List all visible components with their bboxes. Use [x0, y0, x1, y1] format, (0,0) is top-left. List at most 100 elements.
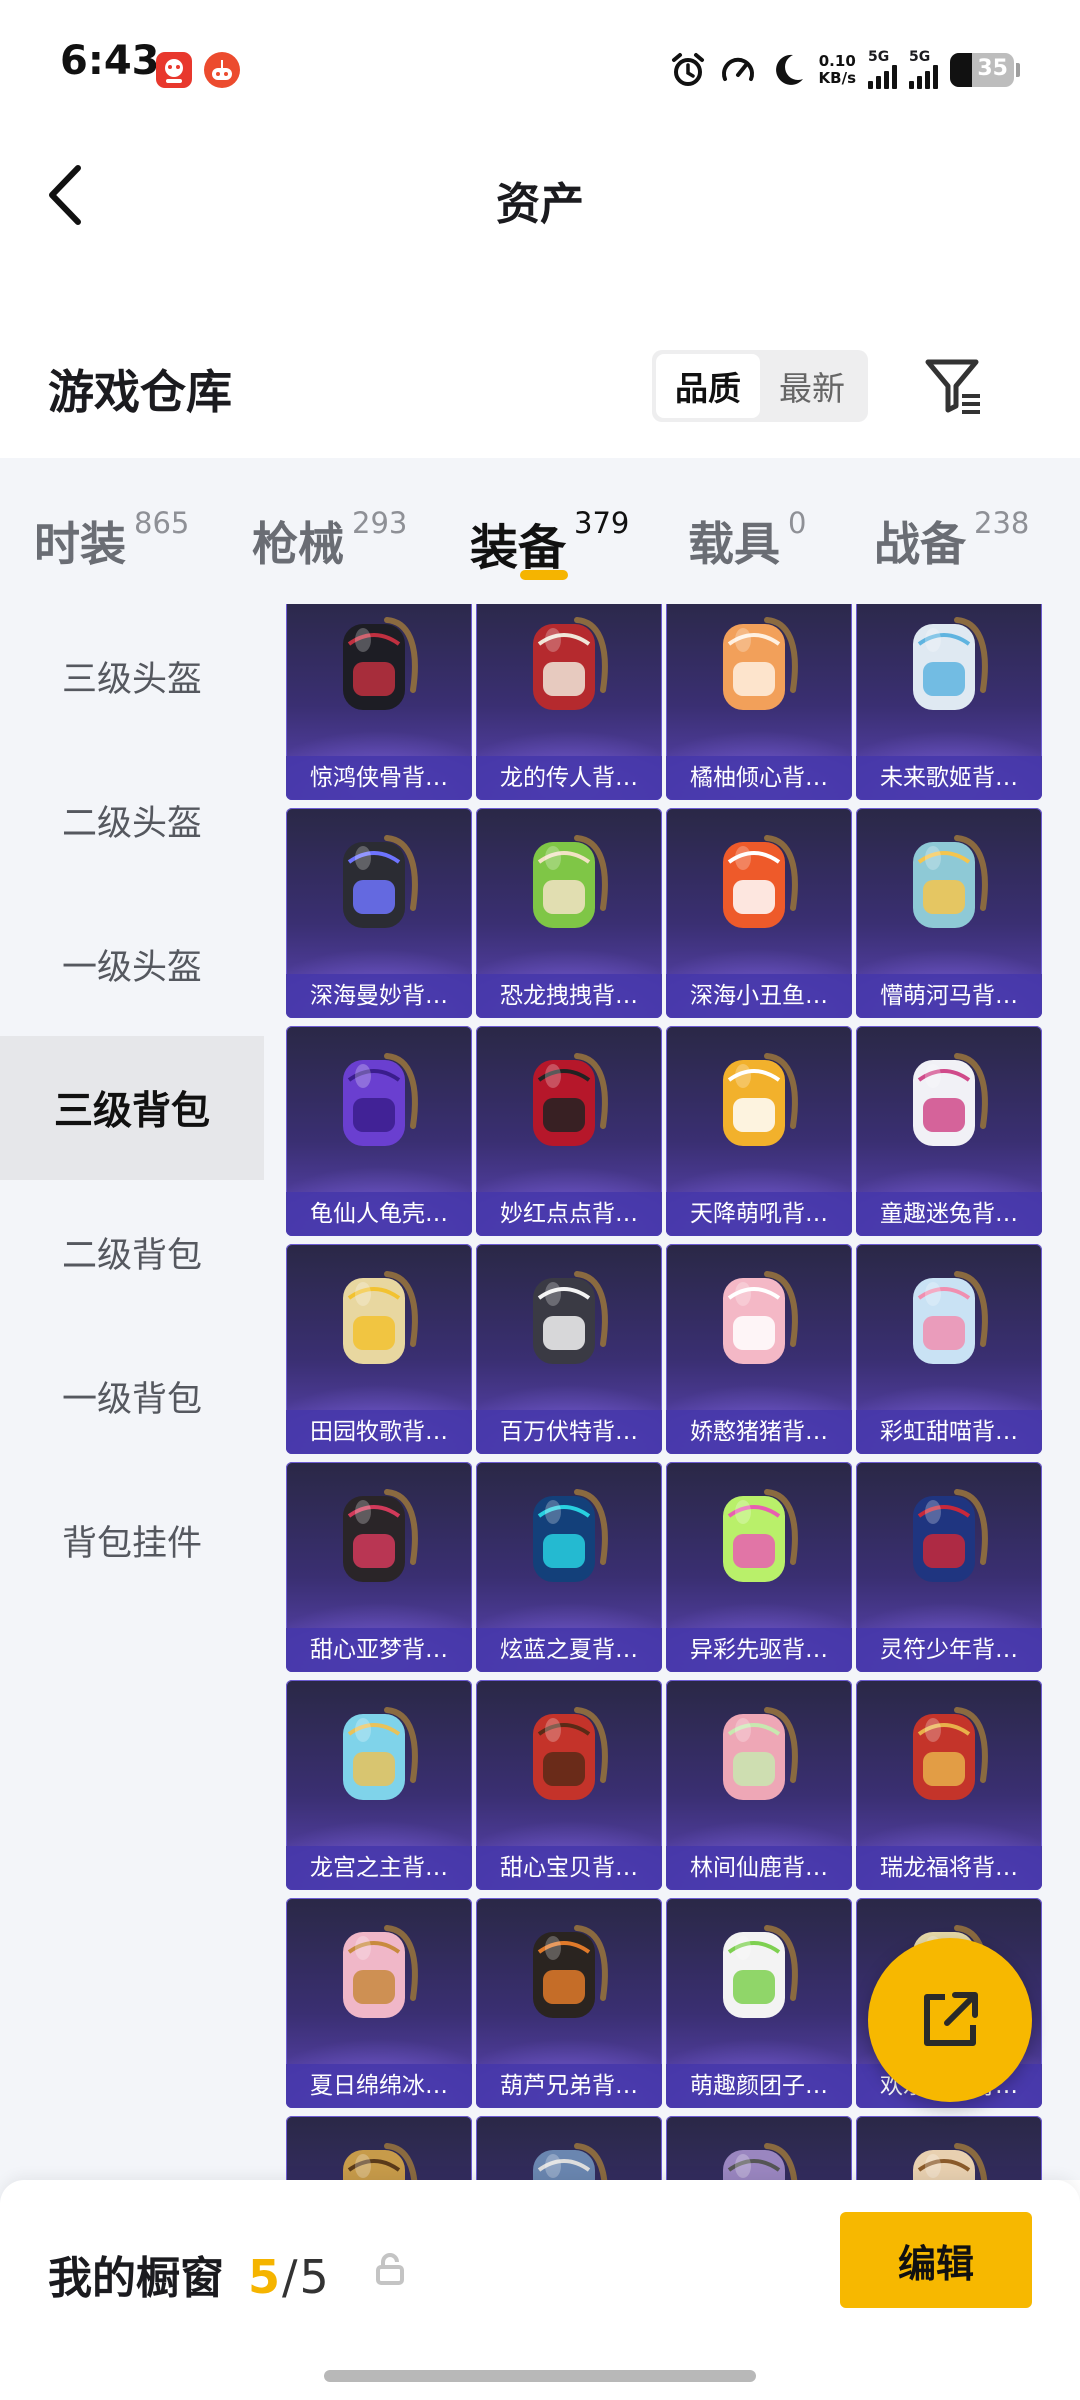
item-card[interactable]: 惊鸿侠骨背…	[286, 604, 472, 800]
item-card[interactable]: 恐龙拽拽背…	[476, 808, 662, 1018]
tab-label: 装备	[470, 520, 567, 576]
share-icon	[924, 1992, 978, 2046]
tab-vehicles[interactable]: 载具 0	[688, 506, 807, 574]
item-card[interactable]: 深海曼妙背…	[286, 808, 472, 1018]
backpack-icon	[913, 1271, 988, 1364]
sidebar-item-backpack-lv1[interactable]: 一级背包	[0, 1324, 264, 1468]
sort-toggle: 品质 最新	[652, 350, 868, 422]
item-card[interactable]: 灵符少年背…	[856, 1462, 1042, 1672]
tab-fashion[interactable]: 时装 865	[34, 506, 189, 574]
tab-firearms[interactable]: 枪械 293	[252, 506, 407, 574]
backpack-icon	[533, 1271, 608, 1364]
backpack-icon	[913, 617, 988, 710]
item-card[interactable]: 龙的传人背…	[476, 604, 662, 800]
item-card[interactable]: 娇憨猪猪背…	[666, 1244, 852, 1454]
item-card[interactable]: 林间仙鹿背…	[666, 1680, 852, 1890]
item-card[interactable]: 异彩先驱背…	[666, 1462, 852, 1672]
item-card-label: 童趣迷兔背…	[856, 1192, 1042, 1236]
item-card-label: 娇憨猪猪背…	[666, 1410, 852, 1454]
tab-battle-gear[interactable]: 战备 238	[874, 506, 1030, 574]
item-card[interactable]: 夏日绵绵冰…	[286, 1898, 472, 2108]
backpack-icon	[343, 1053, 418, 1146]
item-card[interactable]: 瑞龙福将背…	[856, 1680, 1042, 1890]
item-card-label: 甜心亚梦背…	[286, 1628, 472, 1672]
sidebar-item-backpack-charm[interactable]: 背包挂件	[0, 1468, 264, 1612]
tab-label: 时装	[34, 517, 126, 571]
item-card[interactable]: 萌趣颜团子…	[666, 1898, 852, 2108]
item-card[interactable]: 田园牧歌背…	[286, 1244, 472, 1454]
filter-icon	[925, 359, 980, 414]
backpack-icon	[913, 835, 988, 928]
item-card-label: 懵萌河马背…	[856, 974, 1042, 1018]
sim2-label: 5G	[909, 49, 931, 65]
sidebar-item-helmet-lv2[interactable]: 二级头盔	[0, 748, 264, 892]
edit-button[interactable]: 编辑	[840, 2212, 1032, 2308]
backpack-icon	[533, 1925, 608, 2018]
item-card[interactable]: 葫芦兄弟背…	[476, 1898, 662, 2108]
backpack-icon	[913, 1053, 988, 1146]
alarm-icon	[671, 53, 704, 86]
item-card[interactable]: 甜心亚梦背…	[286, 1462, 472, 1672]
item-card[interactable]: 未来歌姬背…	[856, 604, 1042, 800]
backpack-icon	[723, 617, 798, 710]
item-card[interactable]: 龙宫之主背…	[286, 1680, 472, 1890]
sidebar-item-helmet-lv1[interactable]: 一级头盔	[0, 892, 264, 1036]
tab-count: 379	[574, 506, 630, 540]
share-button[interactable]	[868, 1938, 1032, 2102]
sidebar-item-backpack-lv2[interactable]: 二级背包	[0, 1180, 264, 1324]
item-card-label: 瑞龙福将背…	[856, 1846, 1042, 1890]
item-card[interactable]	[856, 2116, 1042, 2180]
item-card[interactable]: 百万伏特背…	[476, 1244, 662, 1454]
item-card[interactable]: 甜心宝贝背…	[476, 1680, 662, 1890]
item-card[interactable]: 童趣迷兔背…	[856, 1026, 1042, 1236]
sort-option-quality[interactable]: 品质	[656, 354, 760, 418]
item-card[interactable]: 炫蓝之夏背…	[476, 1462, 662, 1672]
filter-button[interactable]	[920, 352, 988, 420]
item-card[interactable]: 天降萌吼背…	[666, 1026, 852, 1236]
item-card-label: 恐龙拽拽背…	[476, 974, 662, 1018]
backpack-icon	[343, 1489, 418, 1582]
page-title: 资产	[496, 179, 584, 230]
item-card[interactable]	[476, 2116, 662, 2180]
item-card-label: 龙宫之主背…	[286, 1846, 472, 1890]
item-card[interactable]: 龟仙人龟壳…	[286, 1026, 472, 1236]
sort-option-newest[interactable]: 最新	[760, 354, 864, 418]
backpack-icon	[533, 2143, 608, 2180]
sidebar-item-backpack-lv3[interactable]: 三级背包	[0, 1036, 264, 1180]
home-indicator[interactable]	[324, 2370, 756, 2382]
net-speed-value: 0.10	[818, 52, 856, 70]
subcategory-sidebar: 三级头盔 二级头盔 一级头盔 三级背包 二级背包 一级背包 背包挂件	[0, 604, 264, 2400]
sidebar-item-helmet-lv3[interactable]: 三级头盔	[0, 604, 264, 748]
item-card[interactable]: 妙红点点背…	[476, 1026, 662, 1236]
item-card-label: 田园牧歌背…	[286, 1410, 472, 1454]
item-card[interactable]	[286, 2116, 472, 2180]
backpack-icon	[723, 1053, 798, 1146]
item-card[interactable]: 橘柚倾心背…	[666, 604, 852, 800]
showcase-label: 我的橱窗	[48, 2253, 224, 2304]
bottom-bar: 我的橱窗 5 / 5 编辑	[0, 2180, 1080, 2400]
item-card-label: 天降萌吼背…	[666, 1192, 852, 1236]
tab-count: 238	[974, 506, 1030, 540]
backpack-icon	[343, 2143, 418, 2180]
lock-icon	[376, 2253, 404, 2285]
item-card[interactable]: 彩虹甜喵背…	[856, 1244, 1042, 1454]
item-card[interactable]: 懵萌河马背…	[856, 808, 1042, 1018]
tab-equipment[interactable]: 装备 379	[470, 506, 630, 578]
showcase-total: 5	[299, 2250, 329, 2304]
backpack-icon	[533, 1707, 608, 1800]
tab-count: 0	[788, 506, 807, 540]
tab-label: 战备	[874, 517, 966, 571]
showcase-separator: /	[282, 2250, 298, 2304]
item-card-label: 灵符少年背…	[856, 1628, 1042, 1672]
backpack-icon	[723, 835, 798, 928]
item-card-label: 龟仙人龟壳…	[286, 1192, 472, 1236]
backpack-icon	[533, 617, 608, 710]
item-card[interactable]: 深海小丑鱼…	[666, 808, 852, 1018]
backpack-icon	[723, 1707, 798, 1800]
backpack-icon	[723, 1925, 798, 2018]
category-tabs: 时装 865 枪械 293 装备 379 载具 0 战备 238	[0, 458, 1080, 604]
backpack-icon	[533, 1053, 608, 1146]
signal-icon-2: 5G	[909, 49, 938, 89]
item-card[interactable]	[666, 2116, 852, 2180]
backpack-icon	[913, 1489, 988, 1582]
